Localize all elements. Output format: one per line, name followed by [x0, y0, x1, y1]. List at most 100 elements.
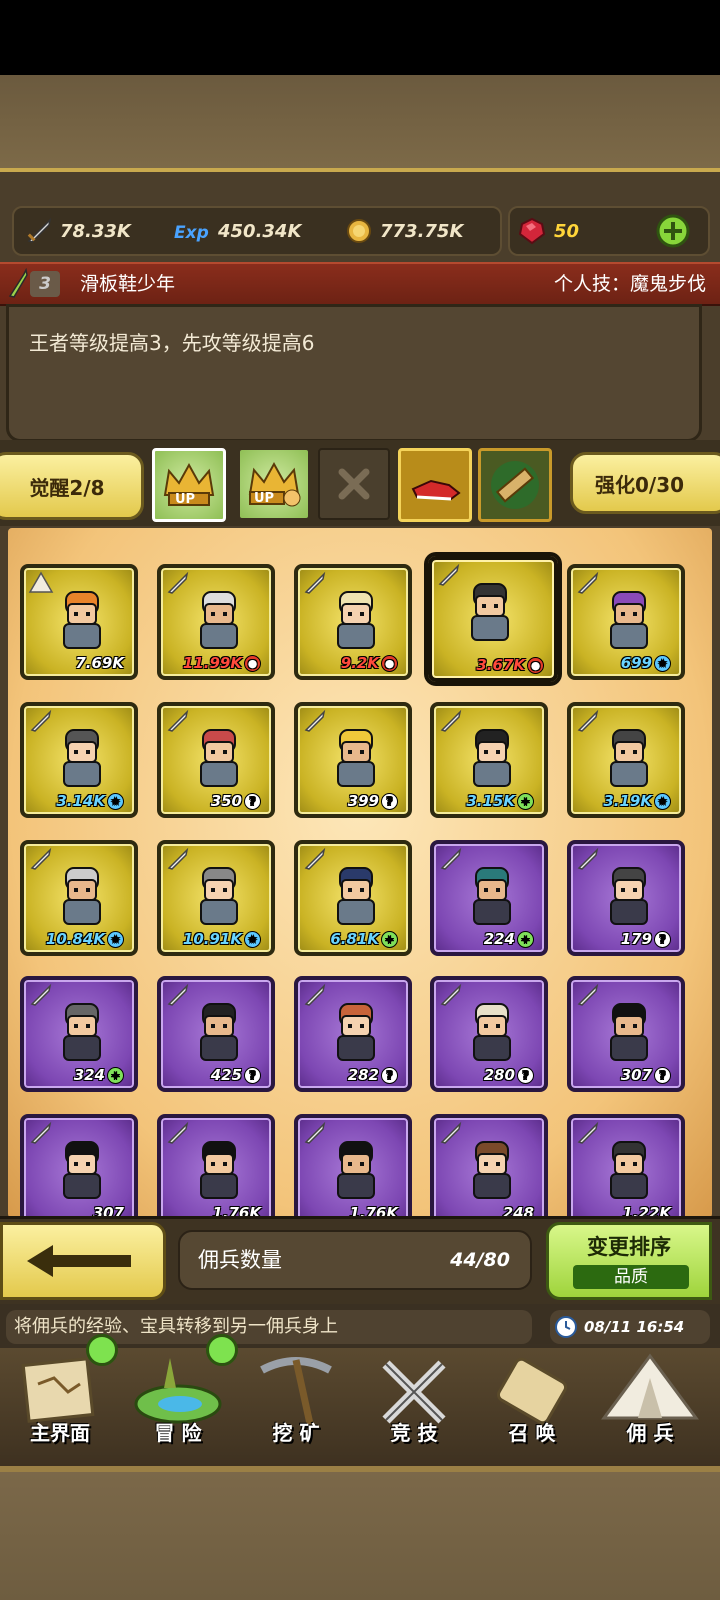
mercenary-card[interactable]: 1.22K [567, 1114, 685, 1218]
mercenary-status-icon: ? [244, 792, 261, 810]
mercenary-portrait [610, 1003, 648, 1061]
mercenary-card[interactable]: 179? [567, 840, 685, 956]
back-button[interactable] [0, 1222, 166, 1300]
nav-adventure-notification-dot [206, 1334, 238, 1366]
gold-value: 773.75K [380, 220, 464, 242]
sword-icon [304, 571, 326, 594]
add-gems-button[interactable] [656, 214, 690, 248]
nav-arena[interactable]: 竞 技 [356, 1348, 472, 1466]
mercenary-card[interactable]: 307? [567, 976, 685, 1092]
sword-icon [304, 983, 326, 1006]
nav-summon[interactable]: 召 唤 [474, 1348, 590, 1466]
mercenary-portrait [337, 729, 375, 787]
mercenary-power-value: 324 [73, 1066, 105, 1084]
hero-skill: 个人技：魔鬼步伐 [553, 273, 706, 295]
shoes-slot[interactable] [398, 448, 472, 522]
sword-icon [304, 709, 326, 732]
mercenary-card[interactable]: 280? [430, 976, 548, 1092]
nav-mercenary-label: 佣 兵 [626, 1421, 674, 1445]
mercenary-card[interactable]: 7.69K [20, 564, 138, 680]
power-value: 78.33K [60, 220, 131, 242]
mercenary-card[interactable]: 1.76K [157, 1114, 275, 1218]
mercenary-card[interactable]: 10.91K ★ [157, 840, 275, 956]
mercenary-card[interactable]: 248 [430, 1114, 548, 1218]
gem-value: 50 [554, 220, 580, 242]
mercenary-power: 307? [621, 1066, 671, 1084]
nav-mining[interactable]: 挖 矿 [238, 1348, 354, 1466]
mercenary-power-value: 280 [483, 1066, 515, 1084]
mercenary-power-value: 11.99K [182, 654, 242, 672]
mercenary-card[interactable]: 9.2K ● [294, 564, 412, 680]
mercenary-card[interactable]: 3.14K ★ [20, 702, 138, 818]
mercenary-portrait [200, 1003, 238, 1061]
mercenary-count-value: 44/80 [450, 1249, 510, 1271]
mercenary-status-icon: ● [244, 654, 261, 672]
nav-home-notification-dot [86, 1334, 118, 1366]
scroll-icon [491, 461, 539, 509]
mercenary-portrait [337, 591, 375, 649]
mercenary-card[interactable]: 3.15K + [430, 702, 548, 818]
bottom-navigation: 主界面 冒 险 挖 矿 竞 技 召 唤 佣 兵 [0, 1334, 720, 1472]
mercenary-status-icon: ★ [107, 792, 124, 810]
mercenary-portrait [63, 1141, 101, 1199]
nav-home-label: 主界面 [30, 1421, 90, 1445]
scroll-slot[interactable] [478, 448, 552, 522]
mercenary-portrait [473, 729, 511, 787]
mercenary-card[interactable]: 699 ★ [567, 564, 685, 680]
mercenary-portrait [610, 591, 648, 649]
mercenary-power: 6.81K + [330, 930, 398, 948]
mercenary-power-value: 350 [210, 792, 242, 810]
crown-up-slot-selected[interactable]: UP [152, 448, 226, 522]
mercenary-portrait [337, 867, 375, 925]
status-bar [0, 0, 720, 75]
mercenary-card[interactable]: 3.67K ● [428, 556, 558, 682]
mercenary-power: 699 ★ [621, 654, 671, 672]
mercenary-card[interactable]: 1.76K [294, 1114, 412, 1218]
mercenary-portrait [63, 591, 101, 649]
awaken-button[interactable]: 觉醒2/8 [0, 452, 144, 520]
mercenary-count-label: 佣兵数量 [198, 1248, 282, 1272]
mercenary-card[interactable]: 3.19K ★ [567, 702, 685, 818]
enhance-button[interactable]: 强化0/30 [570, 452, 720, 514]
mercenary-power-value: 224 [483, 930, 515, 948]
change-sort-button[interactable]: 变更排序 品质 [546, 1222, 712, 1300]
mercenary-power-value: 3.15K [466, 792, 515, 810]
mercenary-card[interactable]: 425? [157, 976, 275, 1092]
mercenary-portrait [200, 591, 238, 649]
enhance-label: 强化0/30 [595, 472, 685, 497]
nav-adventure[interactable]: 冒 险 [120, 1334, 238, 1466]
clock-box: 08/11 16:54 [550, 1310, 710, 1344]
mercenary-card[interactable]: 224 + [430, 840, 548, 956]
mercenary-card[interactable]: 10.84K ★ [20, 840, 138, 956]
svg-text:UP: UP [175, 492, 195, 507]
mercenary-power: 11.99K ● [183, 654, 261, 672]
sword-icon [304, 1121, 326, 1144]
mercenary-power: 425? [211, 1066, 261, 1084]
back-arrow-icon [27, 1245, 131, 1277]
mercenary-card[interactable]: 350? [157, 702, 275, 818]
hero-level: 3 [30, 271, 60, 297]
mercenary-status-icon: + [107, 1066, 124, 1084]
sword-icon [30, 983, 52, 1006]
nav-adventure-label: 冒 险 [154, 1421, 202, 1445]
mercenary-card[interactable]: 399? [294, 702, 412, 818]
red-shoes-icon [411, 479, 461, 501]
nav-mercenary[interactable]: 佣 兵 [592, 1348, 708, 1466]
crown-up-handshake-slot[interactable]: UP [238, 448, 310, 520]
mercenary-power-value: 179 [620, 930, 652, 948]
mercenary-card[interactable]: 307 [20, 1114, 138, 1218]
mercenary-status-icon: + [517, 930, 534, 948]
mercenary-portrait [63, 729, 101, 787]
mercenary-card[interactable]: 324 + [20, 976, 138, 1092]
mercenary-power: 350? [211, 792, 261, 810]
exp-resource: Exp 450.34K [172, 208, 301, 254]
awaken-label: 觉醒2/8 [29, 475, 105, 500]
empty-slot[interactable] [318, 448, 390, 520]
tip-text: 将佣兵的经验、宝具转移到另一佣兵身上 [6, 1310, 532, 1344]
sword-icon [577, 1121, 599, 1144]
mercenary-card[interactable]: 6.81K + [294, 840, 412, 956]
nav-home[interactable]: 主界面 [2, 1334, 118, 1466]
mercenary-portrait [610, 867, 648, 925]
mercenary-card[interactable]: 282? [294, 976, 412, 1092]
mercenary-card[interactable]: 11.99K ● [157, 564, 275, 680]
